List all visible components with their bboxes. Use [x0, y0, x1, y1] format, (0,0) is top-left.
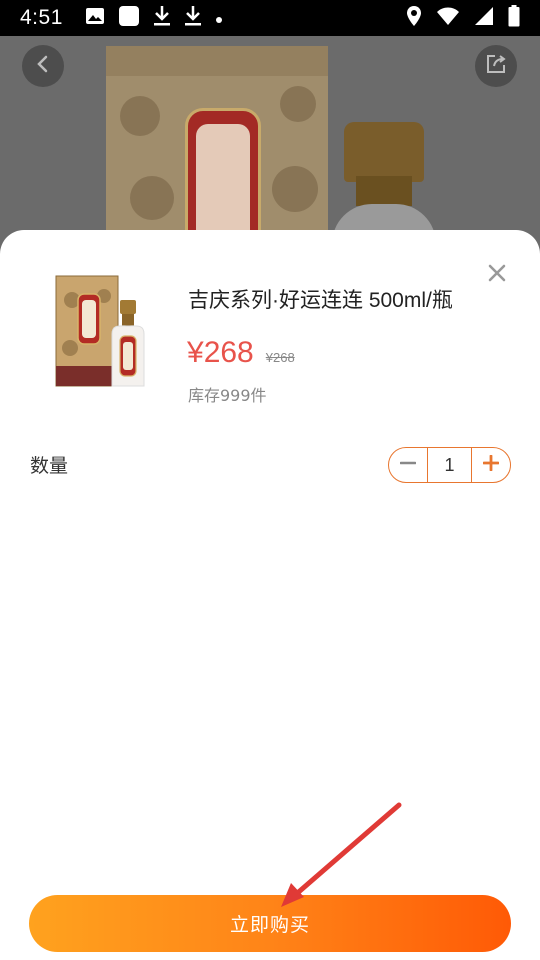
back-button[interactable]: [22, 45, 64, 87]
buy-now-button[interactable]: 立即购买: [29, 895, 511, 952]
plus-icon: [482, 454, 500, 475]
product-thumbnail: [50, 270, 160, 395]
battery-icon: [508, 5, 520, 31]
system-icons: [406, 5, 520, 31]
status-time: 4:51: [20, 6, 63, 29]
download-icon: [153, 5, 171, 31]
status-bar: 4:51: [0, 0, 540, 36]
original-price: ¥268: [265, 350, 295, 365]
close-button[interactable]: [484, 262, 510, 288]
product-title: 吉庆系列·好运连连 500ml/瓶: [188, 289, 453, 312]
increase-quantity-button[interactable]: [472, 448, 510, 482]
decrease-quantity-button[interactable]: [389, 448, 427, 482]
notification-icons: [85, 5, 223, 31]
app-square-icon: [118, 5, 140, 31]
quantity-value[interactable]: 1: [427, 448, 472, 482]
close-icon: [488, 264, 506, 286]
current-price: ¥268: [187, 336, 254, 369]
wifi-icon: [436, 6, 460, 30]
chevron-left-icon: [34, 55, 52, 77]
image-icon: [85, 7, 105, 29]
stock-count: 库存999件: [188, 386, 267, 405]
quantity-label: 数量: [30, 455, 69, 477]
price-row: ¥268 ¥268: [187, 336, 295, 370]
download-icon: [184, 5, 202, 31]
quantity-stepper: 1: [388, 447, 511, 483]
dot-icon: [215, 9, 223, 28]
bottle-cap-image: [344, 122, 424, 182]
signal-icon: [474, 6, 494, 30]
share-icon: [485, 53, 507, 79]
share-button[interactable]: [475, 45, 517, 87]
location-icon: [406, 5, 422, 31]
sku-selection-sheet: 吉庆系列·好运连连 500ml/瓶 ¥268 ¥268 库存999件 数量 1 …: [0, 230, 540, 960]
minus-icon: [399, 455, 417, 475]
